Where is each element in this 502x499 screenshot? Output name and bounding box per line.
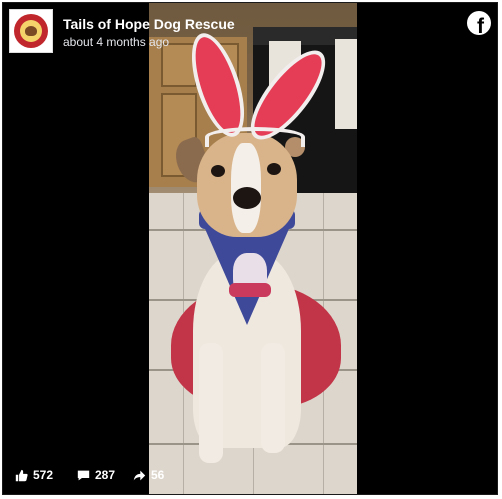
dog-leg [199,343,223,463]
dog-leg [261,343,285,453]
share-count-value: 56 [151,468,165,482]
share-arrow-icon [133,469,146,482]
page-avatar[interactable] [9,9,53,53]
comment-icon [77,469,90,482]
like-count-value: 572 [33,468,54,482]
like-count[interactable]: 572 [15,468,53,482]
thumbs-up-icon [15,469,28,482]
facebook-video-embed: Tails of Hope Dog Rescue about 4 months … [2,2,498,495]
dog-eye [267,163,281,175]
share-count[interactable]: 56 [133,468,164,482]
logo-dog-icon [25,26,37,36]
video-player[interactable] [149,3,357,494]
comment-count[interactable]: 287 [77,468,115,482]
comment-count-value: 287 [95,468,116,482]
dog-nose [233,187,261,209]
logo-center [20,20,42,42]
logo-ring [14,14,48,48]
page-name-link[interactable]: Tails of Hope Dog Rescue [63,16,235,32]
dog-eye [211,165,225,177]
post-footer: 572 287 56 [3,454,497,494]
bunny-headband [205,127,305,147]
facebook-icon[interactable]: f [467,11,491,35]
bandana-patch-banner [229,283,271,297]
post-timestamp-link[interactable]: about 4 months ago [63,35,169,49]
post-header: Tails of Hope Dog Rescue about 4 months … [3,3,497,59]
